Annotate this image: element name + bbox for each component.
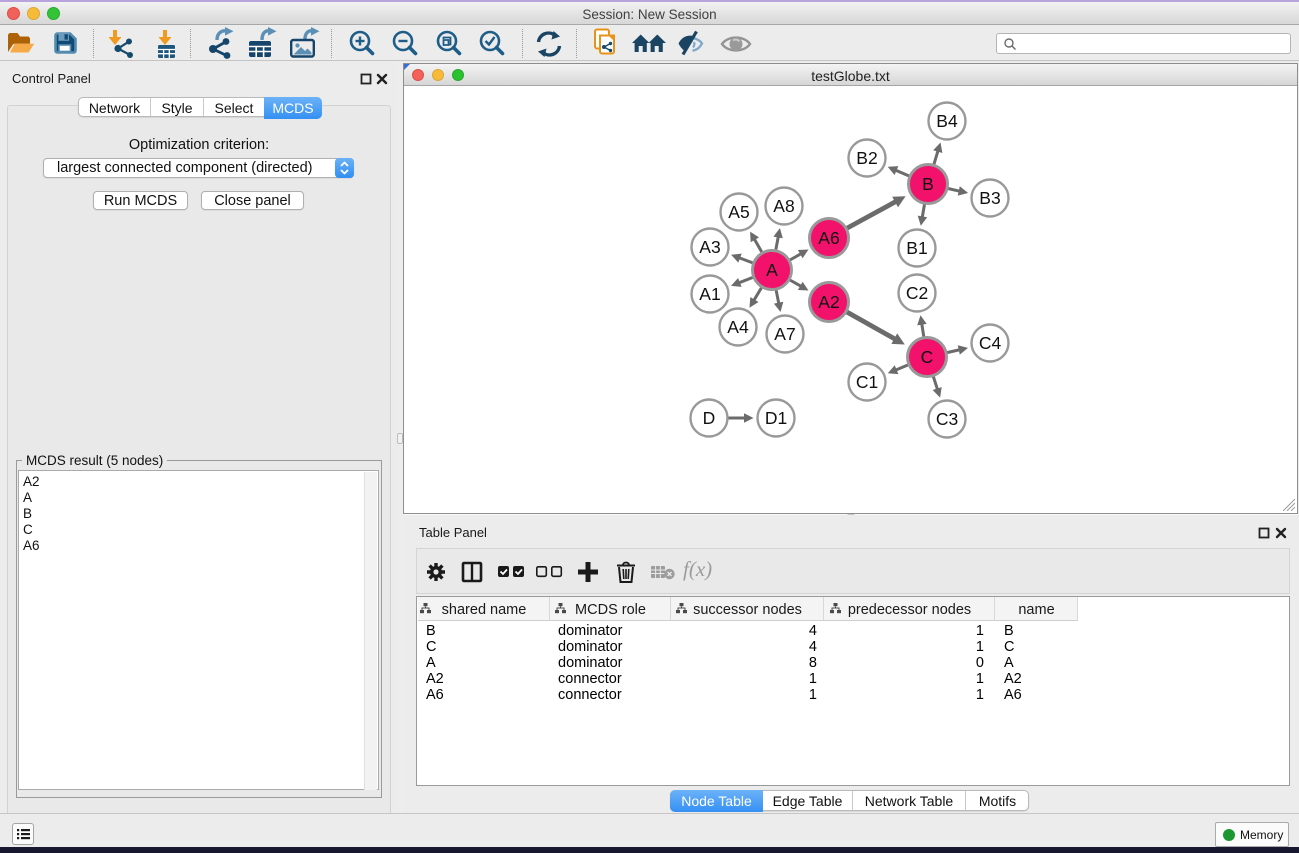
- svg-text:B4: B4: [936, 111, 958, 131]
- svg-text:A4: A4: [727, 317, 749, 337]
- svg-text:C1: C1: [856, 372, 878, 392]
- svg-text:A3: A3: [699, 237, 720, 257]
- svg-text:A8: A8: [773, 196, 794, 216]
- svg-text:A: A: [766, 260, 778, 280]
- svg-text:C2: C2: [906, 283, 928, 303]
- svg-text:A5: A5: [728, 202, 749, 222]
- svg-text:A7: A7: [774, 324, 795, 344]
- svg-text:A1: A1: [699, 284, 720, 304]
- svg-text:D1: D1: [765, 408, 787, 428]
- svg-text:C: C: [921, 347, 934, 367]
- svg-text:C4: C4: [979, 333, 1002, 353]
- svg-text:B: B: [922, 174, 934, 194]
- svg-text:C3: C3: [936, 409, 958, 429]
- svg-text:A6: A6: [818, 228, 839, 248]
- svg-text:B2: B2: [856, 148, 877, 168]
- svg-text:B1: B1: [906, 238, 927, 258]
- svg-text:D: D: [703, 408, 716, 428]
- svg-text:A2: A2: [818, 292, 839, 312]
- svg-text:B3: B3: [979, 188, 1000, 208]
